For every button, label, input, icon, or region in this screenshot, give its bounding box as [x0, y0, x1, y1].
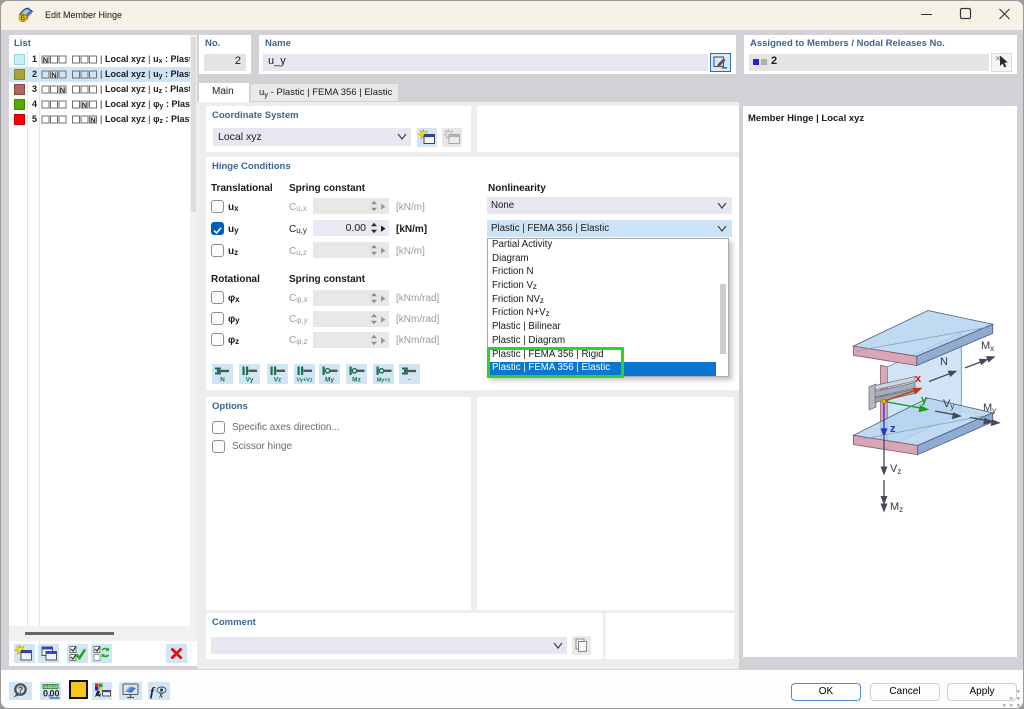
svg-text:Vy: Vy [246, 377, 254, 384]
svg-text:x: x [158, 691, 163, 700]
svg-text:N: N [82, 101, 87, 110]
svg-text:N: N [51, 71, 56, 80]
svg-text:Mx: Mx [981, 340, 994, 353]
svg-text:N: N [940, 356, 948, 368]
svg-text:Vz: Vz [890, 463, 901, 476]
svg-text:z: z [890, 423, 896, 435]
svg-text:My+z: My+z [377, 378, 391, 384]
svg-text:6: 6 [21, 14, 26, 23]
svg-text:Mz: Mz [352, 377, 361, 384]
svg-text:?: ? [18, 685, 24, 695]
svg-text:My: My [325, 377, 334, 384]
svg-text:Vz: Vz [274, 377, 282, 384]
svg-text:-: - [408, 377, 410, 384]
svg-text:Vy+Vz: Vy+Vz [296, 378, 312, 384]
svg-text:x: x [915, 373, 922, 385]
svg-text:f: f [150, 684, 156, 699]
svg-text:00: 00 [50, 689, 60, 699]
svg-text:N: N [90, 116, 95, 125]
svg-text:y: y [921, 394, 928, 406]
svg-text:N: N [220, 377, 225, 384]
svg-text:My: My [983, 402, 996, 415]
svg-text:N: N [60, 86, 65, 95]
svg-text:N: N [43, 56, 48, 65]
svg-text:Mz: Mz [890, 501, 903, 514]
